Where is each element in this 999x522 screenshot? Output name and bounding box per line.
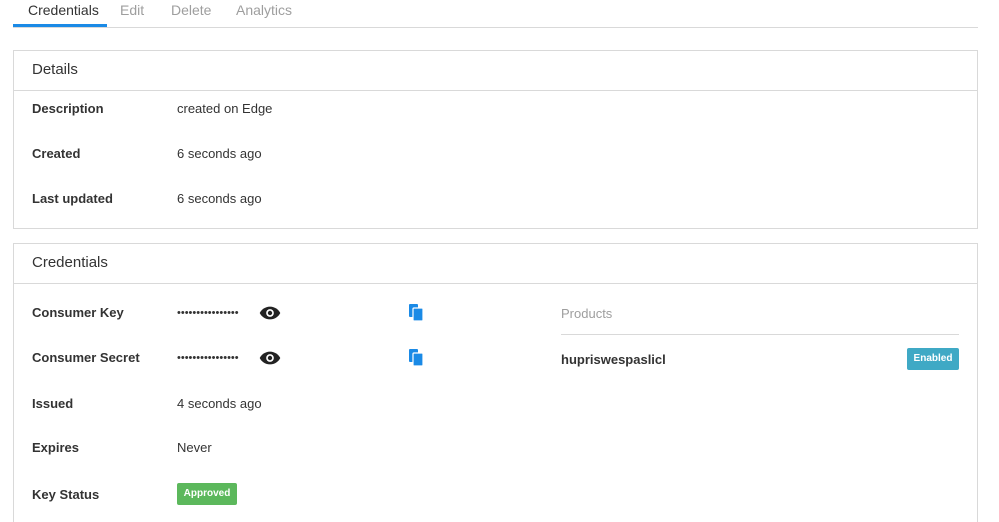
detail-value: created on Edge [177, 101, 273, 116]
credentials-panel-title: Credentials [14, 244, 977, 284]
detail-value: 6 seconds ago [177, 191, 262, 206]
copy-icon[interactable] [408, 348, 426, 368]
consumer-key-value: •••••••••••••••• [177, 307, 239, 319]
tab-bar: Credentials Edit Delete Analytics [13, 0, 978, 28]
consumer-secret-label: Consumer Secret [32, 350, 140, 365]
products-heading: Products [561, 306, 613, 321]
detail-value: 6 seconds ago [177, 146, 262, 161]
tab-credentials[interactable]: Credentials [28, 0, 99, 27]
details-panel: Details Description created on Edge Crea… [13, 50, 978, 229]
expires-label: Expires [32, 440, 79, 455]
eye-icon[interactable] [259, 350, 281, 366]
details-panel-title: Details [14, 51, 977, 91]
tab-edit[interactable]: Edit [120, 0, 144, 27]
copy-icon[interactable] [408, 303, 426, 323]
tab-delete[interactable]: Delete [171, 0, 211, 27]
detail-label: Created [32, 146, 81, 161]
detail-row-created: Created 6 seconds ago [32, 142, 977, 166]
issued-row: Issued 4 seconds ago [32, 392, 977, 416]
eye-icon[interactable] [259, 305, 281, 321]
active-tab-indicator [13, 24, 107, 27]
expires-row: Expires Never [32, 436, 977, 460]
consumer-key-label: Consumer Key [32, 305, 124, 320]
approved-status-badge: Approved [177, 483, 237, 505]
consumer-secret-value: •••••••••••••••• [177, 352, 239, 364]
detail-row-description: Description created on Edge [32, 97, 977, 121]
detail-row-last-updated: Last updated 6 seconds ago [32, 187, 977, 211]
product-name: hupriswespaslicl [561, 352, 666, 367]
issued-value: 4 seconds ago [177, 396, 262, 411]
expires-value: Never [177, 440, 212, 455]
consumer-key-row: Consumer Key •••••••••••••••• [32, 301, 977, 325]
products-divider [561, 334, 959, 335]
key-status-label: Key Status [32, 487, 100, 502]
detail-label: Description [32, 101, 104, 116]
tab-analytics[interactable]: Analytics [236, 0, 292, 27]
issued-label: Issued [32, 396, 74, 411]
detail-label: Last updated [32, 191, 113, 206]
key-status-row: Key Status Approved [32, 483, 977, 507]
product-status-badge: Enabled [907, 348, 959, 370]
credentials-panel: Credentials Consumer Key •••••••••••••••… [13, 243, 978, 522]
consumer-secret-row: Consumer Secret •••••••••••••••• [32, 346, 977, 370]
